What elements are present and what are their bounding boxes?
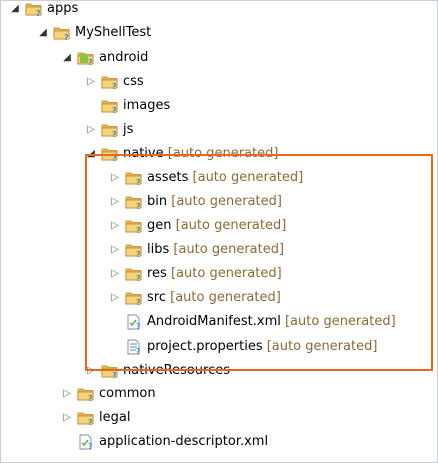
svg-text:?: ? [112,130,117,138]
collapse-arrow-icon[interactable]: ◢ [37,22,49,44]
expand-arrow-icon[interactable]: ▷ [85,71,97,93]
tree-item-label: common [99,383,156,405]
tree-item-label: legal [99,407,130,429]
tree-item-label: js [123,119,133,141]
native-highlight-box [85,154,433,371]
tree-item-label: apps [47,0,78,20]
svg-text:?: ? [112,82,117,90]
svg-text:?: ? [88,418,93,426]
project-folder-icon: ? [53,25,71,42]
collapse-arrow-icon[interactable]: ◢ [61,47,73,69]
item-name: css [123,74,144,89]
item-name: android [99,50,149,65]
expand-arrow-icon[interactable]: ▷ [85,119,97,141]
svg-text:?: ? [36,9,41,17]
tree-item-label: css [123,71,144,93]
project-explorer: ◢? apps ◢? MyShellTest ◢? android ▷? css? images… [0,0,438,463]
svg-text:?: ? [88,394,93,402]
expand-arrow-icon[interactable]: ▷ [61,407,73,429]
svg-text:?: ? [64,33,69,41]
item-name: MyShellTest [75,25,152,40]
item-name: apps [47,1,79,16]
android-folder-icon: ? [77,50,95,67]
tree-item-label: application-descriptor.xml [99,431,268,453]
folder-icon: ? [101,122,119,139]
folder-icon: ? [77,386,95,403]
item-name: images [123,98,171,113]
tree-item-label: MyShellTest [75,22,151,44]
folder-icon: ? [101,74,119,91]
xml-file-icon: ? [77,434,95,451]
expand-arrow-icon[interactable]: ▷ [61,383,73,405]
svg-text:?: ? [88,442,93,450]
item-name: legal [99,410,131,425]
svg-text:?: ? [112,106,117,114]
svg-text:?: ? [112,371,117,379]
item-name: common [99,386,156,401]
svg-text:?: ? [88,58,93,66]
item-name: js [123,122,134,137]
collapse-arrow-icon[interactable]: ◢ [9,0,21,20]
project-folder-icon: ? [25,1,43,18]
folder-icon: ? [77,410,95,427]
folder-icon: ? [101,98,119,115]
tree-item-label: android [99,47,148,69]
tree-item-label: images [123,95,170,117]
item-name: application-descriptor.xml [99,434,269,449]
